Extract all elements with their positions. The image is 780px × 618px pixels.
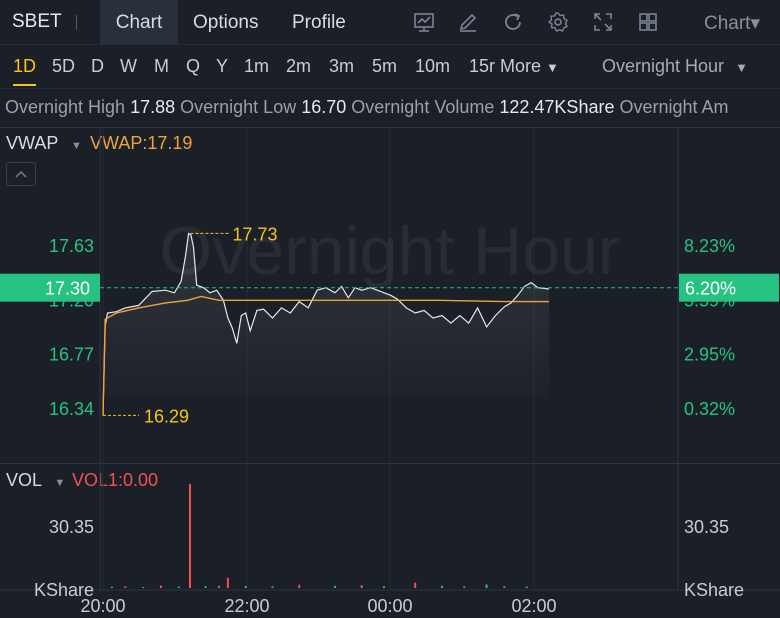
volume-bar (360, 585, 363, 588)
indicator-chart-icon[interactable] (413, 11, 435, 33)
volume-bar (142, 586, 145, 588)
low-label: Overnight Low (180, 97, 297, 117)
period-d[interactable]: D (91, 56, 104, 77)
volume-bar (177, 586, 180, 588)
chart-type-select[interactable]: Chart▾ (704, 12, 760, 35)
volume-bar (440, 585, 443, 588)
period-3m[interactable]: 3m (329, 56, 354, 77)
period-selector: 1D 5D D W M Q Y 1m 2m 3m 5m 10m 15r More… (0, 45, 780, 89)
tab-options[interactable]: Options (193, 0, 258, 45)
y-left-tick-label: 17.63 (49, 236, 94, 256)
period-5m[interactable]: 5m (372, 56, 397, 77)
fullscreen-icon[interactable] (592, 11, 614, 33)
volume-bar (204, 586, 207, 588)
session-select[interactable]: Overnight Hour ▼ (602, 56, 748, 77)
x-tick-label: 00:00 (367, 596, 412, 616)
period-m[interactable]: M (154, 56, 169, 77)
price-chart[interactable]: Overnight Hour 17.6317.2016.7716.348.23%… (0, 128, 780, 463)
y-right-tick-label: 0.32% (684, 399, 735, 419)
x-tick-label: 20:00 (80, 596, 125, 616)
volume-bar (271, 586, 274, 588)
toolbar-separator (76, 15, 77, 30)
current-price-label: 17.30 (45, 279, 90, 299)
chart-type-label: Chart (704, 13, 751, 34)
current-change-label: 6.20% (685, 279, 736, 299)
session-label: Overnight Hour (602, 56, 725, 76)
period-more-label: More (500, 56, 542, 76)
high-annotation: 17.73 (232, 224, 277, 244)
x-tick-label: 02:00 (511, 596, 556, 616)
ticker-symbol: SBET (12, 11, 62, 32)
high-value: 17.88 (130, 97, 176, 117)
grid-layout-icon[interactable] (637, 11, 659, 33)
volume-bar (414, 582, 417, 588)
y-right-tick-label: 2.95% (684, 345, 735, 365)
y-left-tick-label: 16.77 (49, 345, 94, 365)
x-tick-label: 22:00 (224, 596, 269, 616)
low-annotation: 16.29 (144, 406, 189, 426)
y-left-tick-label: 16.34 (49, 399, 94, 419)
tab-profile[interactable]: Profile (292, 0, 346, 45)
period-q[interactable]: Q (186, 56, 200, 77)
amount-label: Overnight Am (619, 97, 729, 117)
volume-bar (124, 586, 127, 588)
watermark: Overnight Hour (159, 213, 620, 289)
volume-bar (188, 483, 191, 588)
period-y[interactable]: Y (216, 56, 228, 77)
volume-bar (485, 584, 488, 588)
volume-bar (110, 586, 113, 588)
period-15m[interactable]: 15r (469, 56, 495, 77)
active-period-underline (13, 84, 36, 86)
volume-bar (226, 577, 229, 588)
period-1m[interactable]: 1m (244, 56, 269, 77)
volume-label: Overnight Volume (351, 97, 495, 117)
period-5d[interactable]: 5D (52, 56, 75, 77)
caret-down-icon: ▼ (735, 60, 748, 75)
volume-bar (159, 585, 162, 588)
vol-level-right: 30.35 (684, 517, 729, 537)
volume-bar (333, 585, 336, 588)
volume-value: 122.47KShare (499, 97, 615, 117)
period-1d[interactable]: 1D (13, 56, 36, 77)
period-more[interactable]: More ▼ (500, 56, 559, 77)
chevron-down-icon: ▾ (750, 13, 761, 34)
volume-bar (298, 584, 301, 588)
caret-down-icon: ▼ (546, 60, 559, 75)
draw-pencil-icon[interactable] (457, 11, 479, 33)
period-2m[interactable]: 2m (286, 56, 311, 77)
overnight-stats: Overnight High 17.88 Overnight Low 16.70… (5, 97, 729, 118)
vol-level-left: 30.35 (49, 517, 94, 537)
tab-chart[interactable]: Chart (100, 0, 178, 45)
low-value: 16.70 (301, 97, 347, 117)
gear-icon[interactable] (547, 11, 569, 33)
volume-bar (217, 585, 220, 588)
refresh-icon[interactable] (502, 11, 524, 33)
volume-chart[interactable]: 30.35 30.35 KShare KShare 20:00 22:00 00:0… (0, 464, 780, 618)
period-10m[interactable]: 10m (415, 56, 450, 77)
volume-bar (525, 586, 528, 588)
volume-bar (244, 585, 247, 588)
volume-bar (463, 586, 466, 588)
period-w[interactable]: W (120, 56, 137, 77)
volume-bar (503, 586, 506, 588)
top-toolbar: SBET Chart Options Profile Chart▾ (0, 0, 780, 45)
y-right-tick-label: 8.23% (684, 236, 735, 256)
high-label: Overnight High (5, 97, 126, 117)
vol-unit-right: KShare (684, 580, 744, 600)
volume-bar (382, 586, 385, 588)
